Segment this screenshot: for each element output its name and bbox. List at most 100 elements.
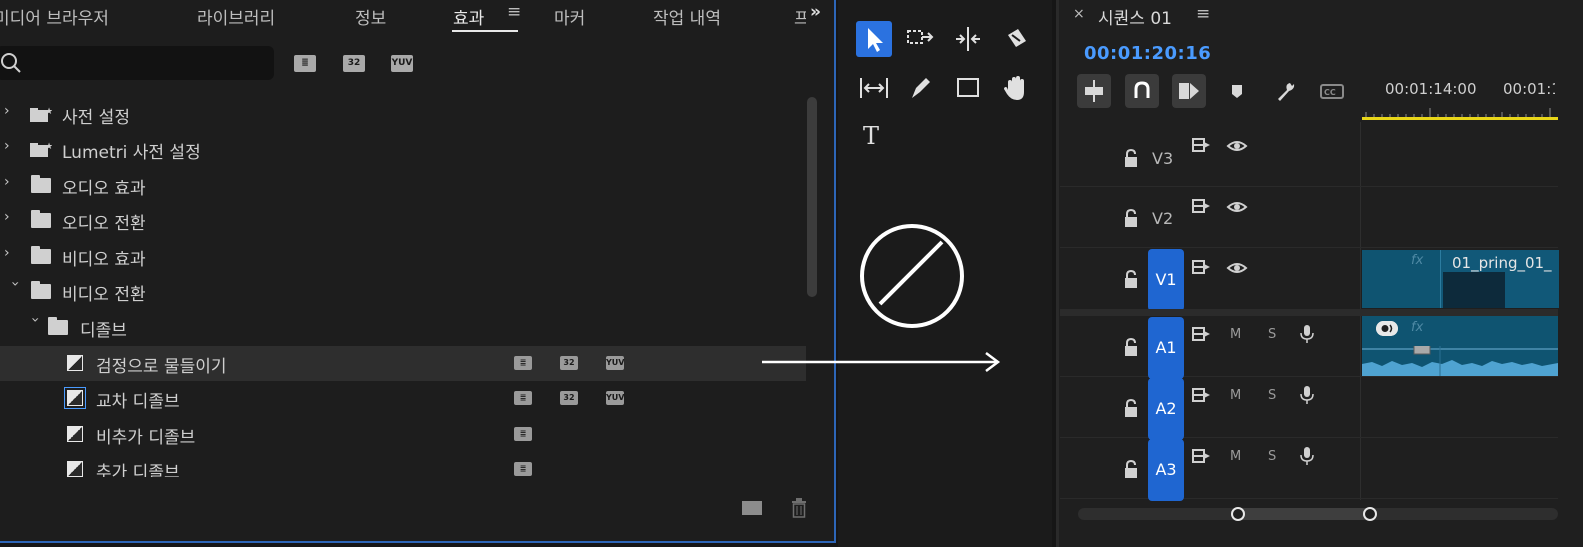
sync-lock-icon[interactable] — [1192, 448, 1212, 464]
pen-tool-icon[interactable] — [902, 70, 938, 106]
ripple-edit-tool-icon[interactable] — [950, 21, 986, 57]
tab-truncated[interactable]: 프 — [794, 4, 806, 29]
tree-item-presets[interactable]: › ★ 사전 설정 — [0, 97, 806, 132]
captions-icon[interactable]: CC — [1315, 74, 1349, 108]
razor-tool-icon[interactable] — [998, 21, 1034, 57]
lock-icon[interactable] — [1122, 207, 1140, 229]
playhead-timecode[interactable]: 00:01:20:16 — [1084, 43, 1211, 64]
tree-item-label: 교차 디졸브 — [96, 392, 180, 412]
lock-icon[interactable] — [1122, 268, 1140, 290]
tree-item-lumetri-presets[interactable]: › ★ Lumetri 사전 설정 — [0, 132, 806, 167]
tab-media-browser[interactable]: 미디어 브라우저 — [0, 4, 109, 29]
eye-icon[interactable] — [1226, 138, 1248, 154]
tab-markers[interactable]: 마커 — [554, 4, 585, 29]
search-input[interactable] — [0, 46, 274, 80]
scroll-handle-left[interactable] — [1231, 507, 1245, 521]
wrench-icon[interactable] — [1268, 74, 1302, 108]
scroll-handle-right[interactable] — [1363, 507, 1377, 521]
mute-button[interactable]: M — [1230, 327, 1241, 342]
microphone-icon[interactable] — [1298, 323, 1316, 345]
accelerated-badge-icon: ≣ — [514, 356, 532, 370]
tree-item-cross-dissolve[interactable]: 교차 디졸브 ≣ 32 YUV — [0, 381, 806, 416]
track-name-v2[interactable]: V2 — [1152, 209, 1173, 228]
slip-tool-icon[interactable] — [856, 70, 892, 106]
tree-item-dissolve[interactable]: › 디졸브 — [0, 310, 806, 345]
microphone-icon[interactable] — [1298, 384, 1316, 406]
trash-icon[interactable] — [791, 498, 807, 518]
tree-item-audio-transitions[interactable]: › 오디오 전환 — [0, 203, 806, 238]
mute-button[interactable]: M — [1230, 388, 1241, 403]
tab-libraries[interactable]: 라이브러리 — [197, 4, 275, 29]
lock-icon[interactable] — [1122, 336, 1140, 358]
snap-icon[interactable] — [1125, 74, 1159, 108]
hand-tool-icon[interactable] — [998, 70, 1034, 106]
track-target-v1[interactable]: V1 — [1148, 249, 1184, 311]
track-name-v3[interactable]: V3 — [1152, 149, 1173, 168]
time-ruler[interactable] — [1362, 104, 1558, 118]
yuv-filter-icon[interactable]: YUV — [391, 55, 413, 72]
track-target-a1[interactable]: A1 — [1148, 317, 1184, 379]
type-tool-icon[interactable]: T — [856, 117, 892, 153]
tree-item-dip-to-black[interactable]: 검정으로 물들이기 ≣ 32 YUV — [0, 346, 806, 381]
tree-item-video-effects[interactable]: › 비디오 효과 — [0, 239, 806, 274]
sync-lock-icon[interactable] — [1192, 326, 1212, 342]
solo-button[interactable]: S — [1268, 449, 1276, 464]
sync-lock-icon[interactable] — [1192, 137, 1212, 153]
mute-button[interactable]: M — [1230, 449, 1241, 464]
tree-item-label: 비디오 효과 — [62, 250, 146, 270]
tab-overflow-icon[interactable]: » — [810, 2, 821, 22]
folder-icon — [31, 281, 51, 299]
chevron-right-icon[interactable]: › — [4, 209, 22, 229]
eye-icon[interactable] — [1226, 260, 1248, 276]
sync-lock-icon[interactable] — [1192, 259, 1212, 275]
sync-lock-icon[interactable] — [1192, 198, 1212, 214]
track-select-tool-icon[interactable] — [902, 21, 938, 57]
selection-tool-icon[interactable] — [856, 21, 892, 57]
chevron-down-icon[interactable]: › — [3, 281, 23, 299]
close-sequence-icon[interactable]: × — [1073, 6, 1085, 22]
tree-item-non-additive-dissolve[interactable]: 비추가 디졸브 ≣ — [0, 417, 806, 452]
add-marker-icon[interactable] — [1220, 74, 1254, 108]
accelerated-effects-filter-icon[interactable]: ≣ — [294, 55, 316, 72]
tree-item-additive-dissolve[interactable]: 추가 디졸브 ≣ — [0, 452, 806, 477]
chevron-right-icon[interactable]: › — [4, 245, 22, 265]
lock-icon[interactable] — [1122, 458, 1140, 480]
svg-text:T: T — [863, 122, 879, 150]
active-tab-underline — [452, 30, 518, 32]
tree-item-label: 오디오 전환 — [62, 214, 146, 234]
tree-item-audio-effects[interactable]: › 오디오 효과 — [0, 168, 806, 203]
search-icon — [1, 53, 21, 73]
sequence-menu-icon[interactable]: ≡ — [1196, 4, 1210, 24]
lock-icon[interactable] — [1122, 147, 1140, 169]
track-target-a3[interactable]: A3 — [1148, 439, 1184, 501]
sequence-tab-title[interactable]: 시퀀스 01 — [1098, 4, 1172, 29]
effects-panel: 미디어 브라우저 라이브러리 정보 효과 ≡ 마커 작업 내역 프 » ≣ 32… — [0, 0, 836, 543]
folder-icon — [31, 175, 51, 193]
microphone-icon[interactable] — [1298, 445, 1316, 467]
lock-icon[interactable] — [1122, 397, 1140, 419]
panel-menu-icon[interactable]: ≡ — [507, 2, 521, 22]
new-bin-icon[interactable] — [742, 501, 762, 515]
timeline-scrollbar-thumb[interactable] — [1238, 508, 1370, 520]
eye-icon[interactable] — [1226, 199, 1248, 215]
tab-effects[interactable]: 효과 — [453, 4, 484, 29]
sync-lock-icon[interactable] — [1192, 387, 1212, 403]
rectangle-tool-icon[interactable] — [950, 70, 986, 106]
tab-info[interactable]: 정보 — [355, 4, 386, 29]
chevron-right-icon[interactable]: › — [4, 103, 22, 123]
video-audio-divider[interactable] — [1060, 309, 1558, 316]
track-target-a2[interactable]: A2 — [1148, 378, 1184, 440]
32bit-filter-icon[interactable]: 32 — [343, 55, 365, 72]
chevron-down-icon[interactable]: › — [23, 317, 43, 335]
tree-item-label: 비디오 전환 — [62, 285, 146, 305]
chevron-right-icon[interactable]: › — [4, 174, 22, 194]
chevron-right-icon[interactable]: › — [4, 138, 22, 158]
solo-button[interactable]: S — [1268, 388, 1276, 403]
scrollbar-thumb[interactable] — [807, 97, 817, 297]
solo-button[interactable]: S — [1268, 327, 1276, 342]
work-area-bar[interactable] — [1362, 117, 1558, 120]
tab-history[interactable]: 작업 내역 — [653, 4, 721, 29]
tree-item-video-transitions[interactable]: › 비디오 전환 — [0, 274, 806, 309]
linked-selection-icon[interactable] — [1172, 74, 1206, 108]
insert-nest-button[interactable] — [1077, 74, 1111, 108]
